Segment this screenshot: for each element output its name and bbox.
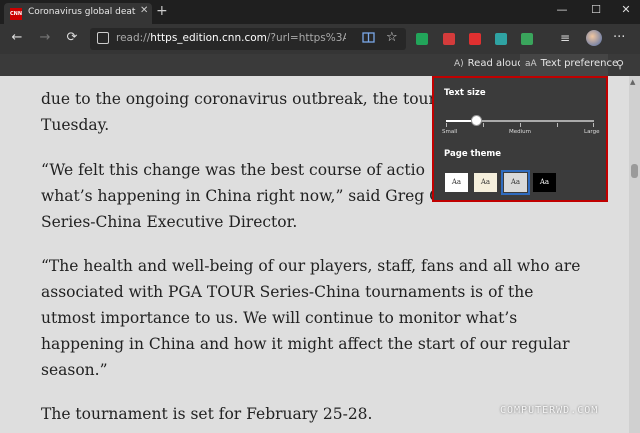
scroll-thumb[interactable]	[631, 164, 638, 178]
page-info-icon[interactable]	[97, 32, 109, 44]
theme-light-button[interactable]: Aa	[445, 173, 468, 192]
forward-button[interactable]: →	[36, 30, 54, 45]
browser-toolbar: ← → ⟳ read://https_edition.cnn.com/?url=…	[0, 24, 640, 54]
url-rest: /?url=https%3A%2F%2F...	[266, 32, 346, 44]
slider-tick	[520, 123, 521, 127]
extension-4-icon[interactable]	[495, 33, 507, 45]
reader-toolbar: A) Read aloud aA Text preference ⚲	[0, 54, 640, 76]
maximize-button[interactable]: ☐	[586, 3, 606, 16]
theme-dark-button[interactable]: Aa	[533, 173, 556, 192]
watermark: COMPUTERWD.COM	[500, 405, 599, 416]
vertical-scrollbar[interactable]: ▲	[629, 76, 640, 433]
address-bar[interactable]: read://https_edition.cnn.com/?url=https%…	[90, 28, 406, 50]
profile-avatar[interactable]	[586, 30, 602, 46]
extension-5-icon[interactable]	[521, 33, 533, 45]
back-button[interactable]: ←	[8, 30, 26, 45]
cnn-favicon-icon: CNN	[10, 8, 22, 20]
slider-tick	[557, 123, 558, 127]
article-line: associated with PGA TOUR Series-China to…	[41, 283, 534, 301]
article-line: happening in China and how it might affe…	[41, 335, 570, 353]
article-line: “The health and well-being of our player…	[41, 257, 581, 275]
theme-sepia-button[interactable]: Aa	[474, 173, 497, 192]
window-close-button[interactable]: ✕	[616, 3, 636, 16]
article-line: “We felt this change was the best course…	[41, 161, 425, 179]
extension-1-icon[interactable]	[416, 33, 428, 45]
theme-gray-button[interactable]: Aa	[501, 170, 530, 195]
text-size-slider-knob[interactable]	[470, 115, 482, 126]
title-bar: CNN Coronavirus global death toll so ✕ +…	[0, 0, 640, 24]
text-preference-panel: Text size Small Medium Large Page theme …	[432, 76, 608, 202]
minimize-button[interactable]: —	[552, 3, 572, 16]
size-small-label: Small	[442, 129, 458, 135]
article-line: what’s happening in China right now,” sa…	[41, 187, 441, 205]
extension-2-icon[interactable]	[443, 33, 455, 45]
size-medium-label: Medium	[509, 129, 531, 135]
read-aloud-icon: A)	[454, 59, 464, 69]
url-prefix: read://	[116, 32, 151, 44]
text-preference-label: Text preference	[540, 58, 619, 69]
slider-tick	[446, 123, 447, 127]
slider-tick	[593, 123, 594, 127]
scroll-up-icon[interactable]: ▲	[630, 78, 635, 86]
tab-close-icon[interactable]: ✕	[140, 5, 148, 16]
new-tab-button[interactable]: +	[156, 3, 168, 19]
tab-cnn-article[interactable]: CNN Coronavirus global death toll so ✕	[4, 3, 152, 24]
article-line: The tournament is set for February 25-28…	[41, 405, 373, 423]
tab-title: Coronavirus global death toll so	[28, 7, 136, 17]
article-line: season.”	[41, 361, 108, 379]
read-aloud-label: Read aloud	[467, 58, 524, 69]
read-aloud-button[interactable]: A) Read aloud	[454, 58, 524, 69]
favorite-star-icon[interactable]: ☆	[386, 30, 398, 45]
text-size-heading: Text size	[444, 88, 486, 98]
article-line: utmost importance to us. We will continu…	[41, 309, 518, 327]
article-line: Tuesday.	[41, 116, 110, 134]
pin-icon[interactable]: ⚲	[616, 58, 624, 71]
refresh-button[interactable]: ⟳	[63, 30, 81, 45]
text-preference-label-wrap[interactable]: aA Text preference	[525, 58, 618, 69]
size-large-label: Large	[584, 129, 600, 135]
collections-icon[interactable]: ≡	[560, 31, 570, 45]
settings-menu-icon[interactable]: ···	[613, 30, 625, 45]
slider-tick	[483, 123, 484, 127]
url-host: https_edition.cnn.com	[150, 32, 267, 44]
address-url[interactable]: read://https_edition.cnn.com/?url=https%…	[116, 32, 346, 44]
extension-3-icon[interactable]	[469, 33, 481, 45]
article-line: Series-China Executive Director.	[41, 213, 298, 231]
text-preference-icon: aA	[525, 59, 537, 69]
immersive-reader-icon[interactable]	[362, 31, 375, 47]
page-theme-heading: Page theme	[444, 149, 502, 159]
article-line: due to the ongoing coronavirus outbreak,…	[41, 90, 436, 108]
